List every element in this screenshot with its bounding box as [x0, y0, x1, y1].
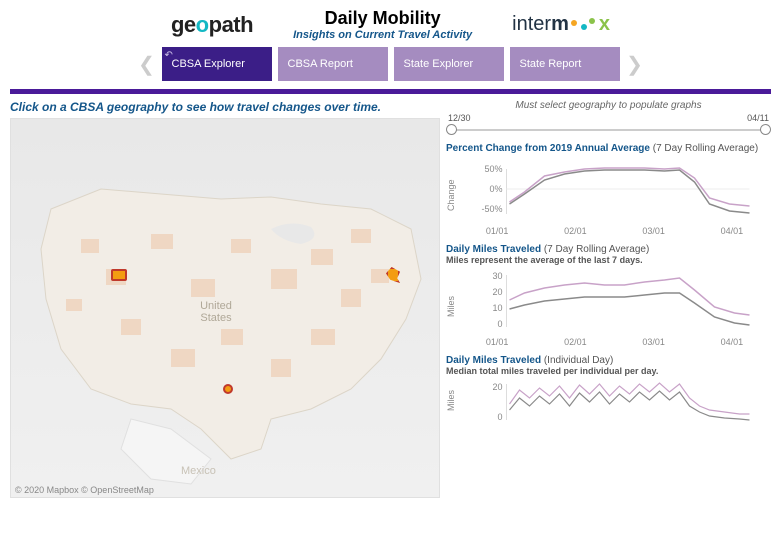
y-axis-label: Change: [446, 154, 458, 236]
chart-svg: 30 20 10 0: [458, 265, 771, 335]
page-title-block: Daily Mobility Insights on Current Trave…: [293, 8, 472, 41]
x-ticks: 01/0102/0103/0104/01: [458, 337, 771, 347]
map-marker[interactable]: [223, 384, 233, 394]
tab-cbsa-report[interactable]: CBSA Report: [278, 47, 388, 81]
map-label-mx: Mexico: [181, 465, 216, 477]
chart-svg: 20 0: [458, 376, 771, 424]
warning-text: Must select geography to populate graphs: [446, 100, 771, 111]
svg-text:0: 0: [497, 319, 502, 329]
svg-text:20: 20: [492, 287, 502, 297]
svg-text:0%: 0%: [489, 184, 502, 194]
svg-text:-50%: -50%: [481, 204, 502, 214]
chart-title: Daily Miles Traveled (7 Day Rolling Aver…: [446, 244, 771, 255]
map-view[interactable]: UnitedStates Mexico © 2020 Mapbox © Open…: [10, 118, 440, 498]
tab-state-explorer[interactable]: State Explorer: [394, 47, 504, 81]
tab-label: State Explorer: [404, 58, 474, 70]
logo-text: o: [196, 12, 209, 37]
logo-text: x: [599, 13, 610, 35]
svg-text:10: 10: [492, 303, 502, 313]
map-attribution: © 2020 Mapbox © OpenStreetMap: [15, 485, 154, 495]
undo-icon[interactable]: ↶: [165, 50, 173, 61]
tab-state-report[interactable]: State Report: [510, 47, 620, 81]
page-subtitle: Insights on Current Travel Activity: [293, 29, 472, 41]
chart-note: Median total miles traveled per individu…: [446, 366, 771, 376]
divider: [10, 89, 771, 94]
y-axis-label: Miles: [446, 376, 458, 424]
logo-text: ge: [171, 12, 196, 37]
tab-label: State Report: [520, 58, 582, 70]
slider-labels: 12/30 04/11: [446, 113, 771, 123]
chart-note: Miles represent the average of the last …: [446, 255, 771, 265]
chevron-left-icon[interactable]: ❮: [138, 52, 156, 77]
logo-text: inter: [512, 13, 551, 35]
slider-track: [452, 129, 765, 131]
tab-cbsa-explorer[interactable]: ↶ CBSA Explorer: [162, 47, 272, 81]
tab-label: CBSA Explorer: [172, 58, 245, 70]
logo-dots-icon: [569, 18, 599, 32]
instruction-text: Click on a CBSA geography to see how tra…: [10, 100, 440, 114]
chart-title: Daily Miles Traveled (Individual Day): [446, 355, 771, 366]
slider-handle-left[interactable]: [446, 124, 457, 135]
chart-title: Percent Change from 2019 Annual Average …: [446, 143, 771, 154]
slider-end: 04/11: [747, 113, 769, 123]
page-title: Daily Mobility: [293, 8, 472, 29]
map-svg: UnitedStates Mexico: [11, 119, 440, 498]
y-axis-label: Miles: [446, 265, 458, 347]
svg-text:0: 0: [497, 412, 502, 422]
tab-bar: ❮ ↶ CBSA Explorer CBSA Report State Expl…: [0, 45, 781, 85]
tab-label: CBSA Report: [288, 58, 353, 70]
slider-start: 12/30: [448, 113, 471, 123]
date-range-slider[interactable]: [446, 123, 771, 137]
chart-miles-individual: Daily Miles Traveled (Individual Day) Me…: [446, 355, 771, 424]
slider-handle-right[interactable]: [760, 124, 771, 135]
logo-intermx: interm x: [512, 13, 610, 36]
logo-text: m: [551, 13, 569, 35]
chart-percent-change: Percent Change from 2019 Annual Average …: [446, 143, 771, 236]
logo-geopath: geopath: [171, 12, 253, 38]
x-ticks: 01/0102/0103/0104/01: [458, 226, 771, 236]
logo-text: path: [209, 12, 253, 37]
map-label-us: UnitedStates: [200, 300, 232, 324]
svg-text:30: 30: [492, 271, 502, 281]
svg-text:50%: 50%: [484, 164, 502, 174]
chevron-right-icon[interactable]: ❯: [626, 52, 644, 77]
map-marker[interactable]: [111, 269, 127, 281]
chart-svg: 50% 0% -50%: [458, 154, 771, 224]
chart-miles-rolling: Daily Miles Traveled (7 Day Rolling Aver…: [446, 244, 771, 347]
header: geopath Daily Mobility Insights on Curre…: [0, 0, 781, 45]
svg-text:20: 20: [492, 382, 502, 392]
